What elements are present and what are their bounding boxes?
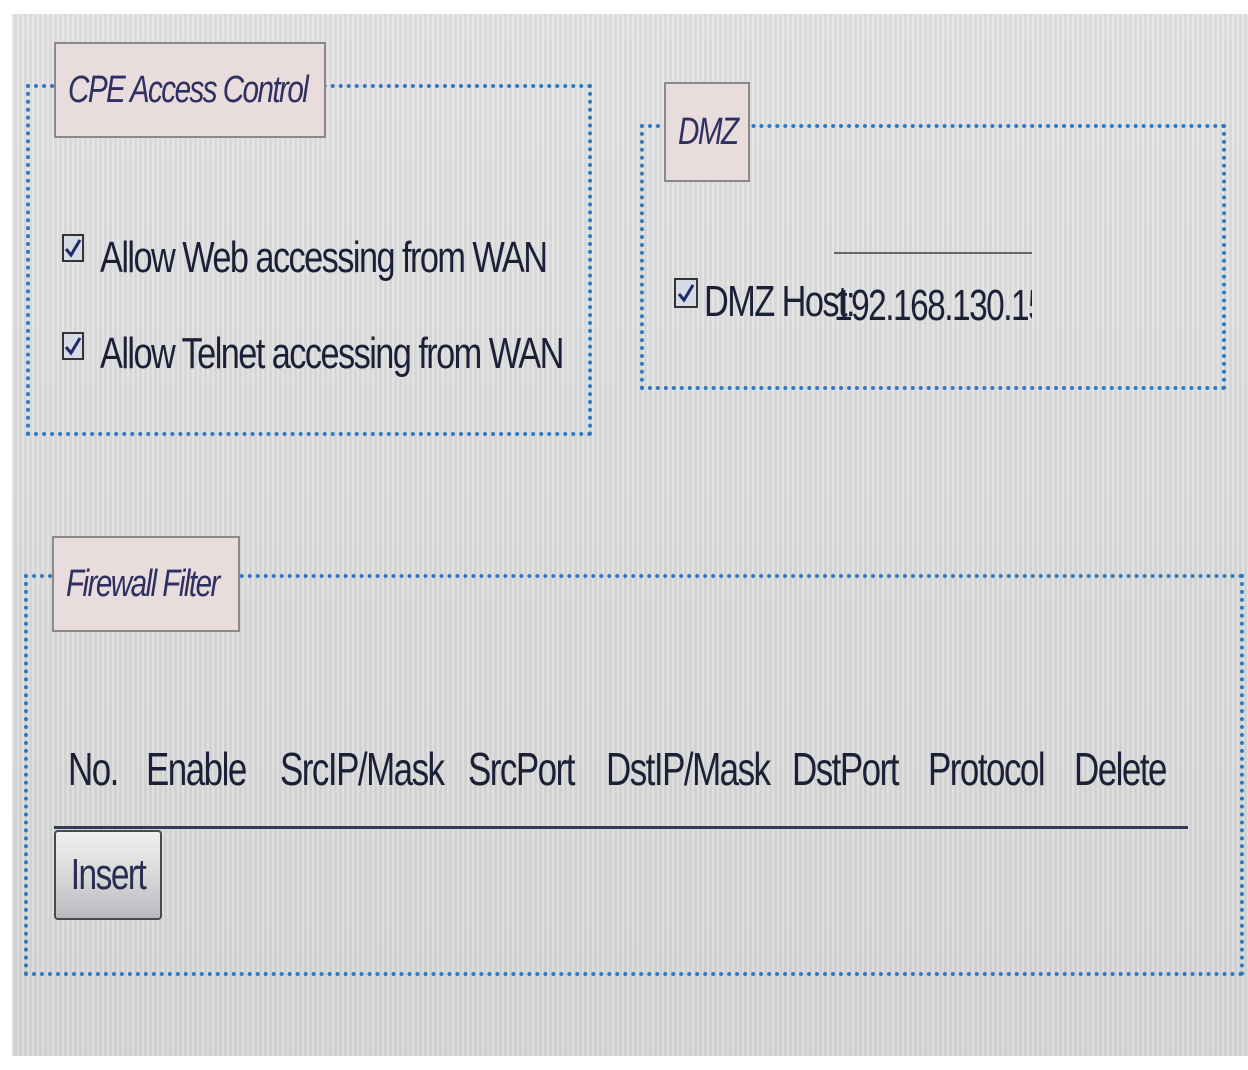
column-header-dstport: DstPort [792, 743, 899, 795]
column-header-delete: Delete [1074, 743, 1167, 795]
allow-telnet-checkbox[interactable] [62, 332, 84, 360]
screen-background: CPE Access Control Allow Web accessing f… [12, 14, 1248, 1056]
column-header-enable: Enable [146, 743, 247, 795]
column-header-srcport: SrcPort [468, 743, 575, 795]
column-header-srcip-mask: SrcIP/Mask [280, 743, 445, 795]
column-header-no: No. [68, 743, 119, 795]
insert-button[interactable]: Insert [54, 830, 162, 920]
dmz-legend: DMZ [664, 82, 750, 182]
check-icon [677, 284, 695, 303]
check-icon [64, 337, 82, 356]
allow-web-checkbox[interactable] [62, 234, 84, 262]
firewall-filter-legend: Firewall Filter [52, 536, 240, 632]
table-header-divider [54, 826, 1188, 829]
column-header-dstip-mask: DstIP/Mask [606, 743, 771, 795]
allow-web-label: Allow Web accessing from WAN [100, 233, 548, 282]
dmz-host-checkbox[interactable] [674, 278, 698, 308]
cpe-access-control-legend: CPE Access Control [54, 42, 326, 138]
allow-telnet-label: Allow Telnet accessing from WAN [100, 329, 564, 378]
dmz-host-label: DMZ Host: [704, 277, 856, 326]
column-header-protocol: Protocol [928, 743, 1046, 795]
dmz-host-ip-input[interactable]: 192.168.130.150 [834, 252, 1032, 334]
check-icon [64, 239, 82, 258]
